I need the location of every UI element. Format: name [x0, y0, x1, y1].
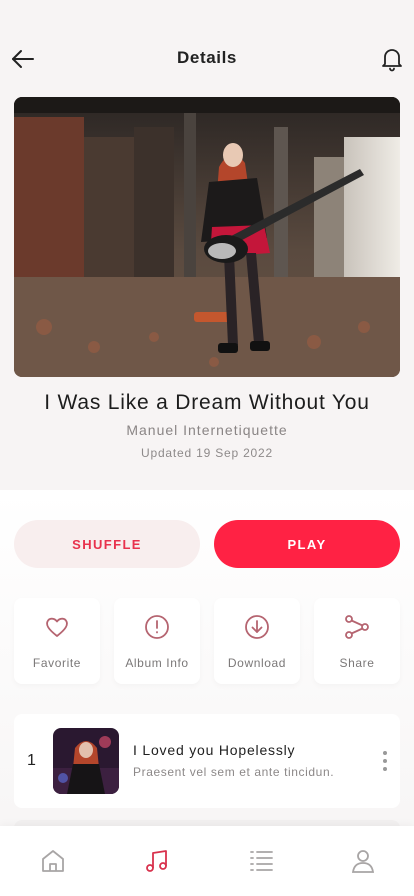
- track-name: I Loved you Hopelessly: [133, 742, 296, 758]
- download-button[interactable]: Download: [214, 598, 300, 684]
- album-title: I Was Like a Dream Without You: [44, 391, 370, 414]
- favorite-label: Favorite: [32, 656, 82, 670]
- page-title: Details: [177, 48, 237, 67]
- album-info-button[interactable]: Album Info: [114, 598, 200, 684]
- nav-music[interactable]: [144, 848, 170, 874]
- nav-list[interactable]: [248, 848, 274, 874]
- user-icon: [351, 850, 375, 873]
- list-icon: [250, 851, 273, 871]
- updated-date: Updated 19 Sep 2022: [141, 446, 273, 460]
- heart-icon: [46, 617, 68, 637]
- nav-home[interactable]: [40, 848, 66, 874]
- track-number: 1: [27, 752, 36, 769]
- download-icon: [245, 615, 269, 639]
- bottom-nav: [0, 826, 414, 896]
- favorite-button[interactable]: Favorite: [14, 598, 100, 684]
- track-row[interactable]: 1 I Loved you Hopelessly Praesent vel se…: [14, 714, 400, 808]
- more-vertical-icon: [383, 751, 387, 771]
- shuffle-button[interactable]: SHUFFLE: [14, 520, 200, 568]
- share-label: Share: [339, 656, 375, 670]
- info-circle-icon: [145, 615, 169, 639]
- app-header: Details: [0, 38, 414, 78]
- album-info-label: Album Info: [125, 656, 189, 670]
- bell-icon: [382, 49, 402, 72]
- share-button[interactable]: Share: [314, 598, 400, 684]
- track-description: Praesent vel sem et ante tincidun.: [133, 765, 335, 779]
- music-note-icon: [146, 850, 167, 872]
- nav-profile[interactable]: [350, 848, 376, 874]
- more-options-button[interactable]: [380, 750, 390, 772]
- home-icon: [42, 850, 64, 872]
- share-icon: [345, 615, 369, 639]
- play-button[interactable]: PLAY: [214, 520, 400, 568]
- track-thumbnail: [53, 728, 119, 794]
- album-cover-image: [14, 97, 400, 377]
- artist-name[interactable]: Manuel Internetiquette: [0, 422, 414, 438]
- notifications-button[interactable]: [380, 46, 404, 72]
- download-label: Download: [227, 656, 287, 670]
